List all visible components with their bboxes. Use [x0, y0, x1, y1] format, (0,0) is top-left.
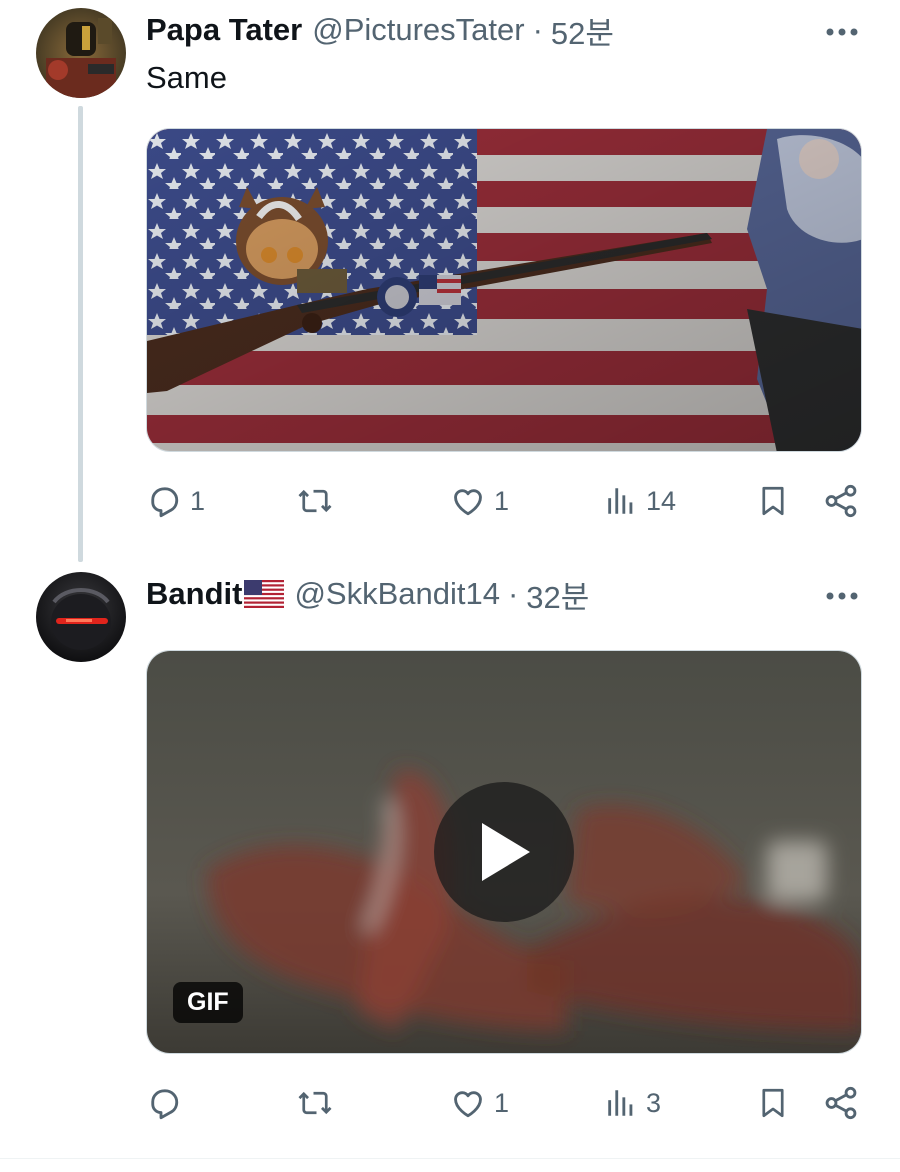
- us-flag-icon: [244, 580, 285, 608]
- like-button[interactable]: 1: [450, 476, 509, 526]
- bookmark-button[interactable]: [756, 1078, 790, 1128]
- display-name[interactable]: Bandit: [146, 576, 242, 612]
- avatar[interactable]: [36, 572, 126, 662]
- views-count: 14: [646, 485, 677, 516]
- views-count: 3: [646, 1087, 662, 1118]
- handle[interactable]: @SkkBandit14: [294, 576, 500, 612]
- tweet-text: Same: [146, 60, 227, 95]
- like-count: 1: [494, 485, 510, 516]
- share-icon: [825, 484, 857, 518]
- avatar[interactable]: [36, 8, 126, 98]
- more-icon[interactable]: [822, 12, 862, 52]
- tweet-gif[interactable]: GIF: [146, 650, 862, 1054]
- tweet-header: Papa Tater @PicturesTater · 52분: [146, 8, 614, 53]
- views-button[interactable]: 14: [604, 476, 676, 526]
- tweet-header: Bandit @SkkBandit14 · 32분: [146, 572, 589, 617]
- tweet-bandit[interactable]: Bandit @SkkBandit14 · 32분 GIF 1 3: [0, 560, 900, 1160]
- views-icon: [608, 488, 633, 514]
- timestamp[interactable]: 32분: [526, 572, 589, 617]
- reply-button[interactable]: 1: [146, 476, 205, 526]
- repost-icon: [298, 1091, 332, 1115]
- like-icon: [454, 489, 482, 516]
- repost-button[interactable]: [296, 476, 342, 526]
- tweet-image[interactable]: [146, 128, 862, 452]
- reply-count: 1: [190, 485, 206, 516]
- tweet-actions: 1 3: [146, 1078, 862, 1128]
- handle[interactable]: @PicturesTater: [312, 12, 524, 48]
- separator: ·: [507, 576, 519, 611]
- like-count: 1: [494, 1087, 510, 1118]
- thread-line: [78, 106, 83, 562]
- play-button[interactable]: [434, 782, 574, 922]
- like-button[interactable]: 1: [450, 1078, 509, 1128]
- more-icon[interactable]: [822, 576, 862, 616]
- repost-icon: [298, 489, 332, 513]
- repost-button[interactable]: [296, 1078, 342, 1128]
- views-icon: [608, 1090, 633, 1116]
- display-name[interactable]: Papa Tater: [146, 12, 302, 48]
- tweet-actions: 1 1 14: [146, 476, 862, 526]
- share-button[interactable]: [822, 476, 860, 526]
- gif-badge: GIF: [173, 982, 243, 1023]
- share-button[interactable]: [822, 1078, 860, 1128]
- play-icon: [482, 823, 530, 881]
- divider: [0, 1158, 900, 1159]
- like-icon: [454, 1091, 482, 1118]
- bookmark-button[interactable]: [756, 476, 790, 526]
- tweet-papa-tater[interactable]: Papa Tater @PicturesTater · 52분 Same 1 1…: [0, 0, 900, 562]
- share-icon: [825, 1086, 857, 1120]
- bookmark-icon: [762, 486, 784, 516]
- reply-button[interactable]: [146, 1078, 190, 1128]
- bookmark-icon: [762, 1088, 784, 1118]
- timestamp[interactable]: 52분: [551, 8, 614, 53]
- views-button[interactable]: 3: [604, 1078, 661, 1128]
- reply-icon: [151, 1089, 179, 1120]
- reply-icon: [151, 487, 179, 518]
- separator: ·: [532, 12, 543, 47]
